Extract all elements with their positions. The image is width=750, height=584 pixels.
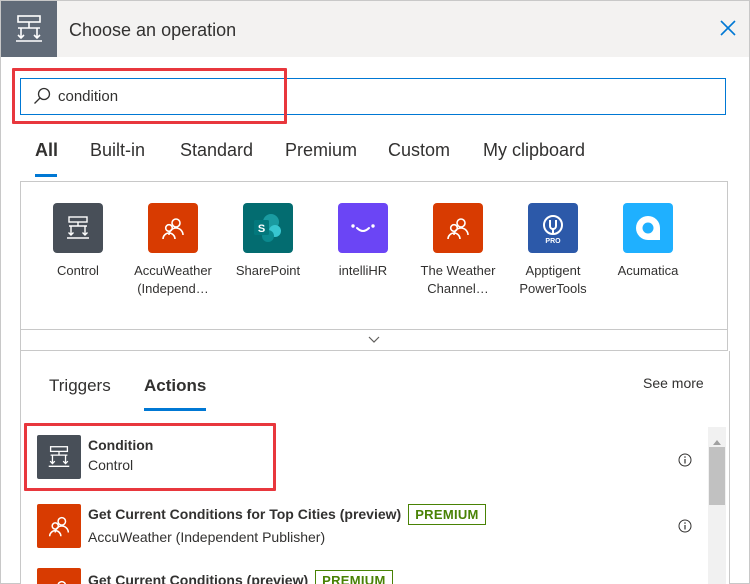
- tab-all[interactable]: All: [35, 140, 58, 161]
- svg-text:S: S: [258, 223, 265, 235]
- pro-icon: PRO: [528, 203, 578, 253]
- tab-selected-indicator: [35, 174, 57, 177]
- scroll-up-arrow-icon[interactable]: [713, 432, 721, 445]
- connector-accuweather[interactable]: AccuWeather (Independ…: [130, 203, 216, 298]
- tab-my-clipboard[interactable]: My clipboard: [483, 140, 585, 161]
- connector-label: SharePoint: [235, 263, 301, 278]
- tab-custom[interactable]: Custom: [388, 140, 450, 161]
- premium-badge: PREMIUM: [408, 504, 486, 525]
- connector-label-line2: (Independ…: [137, 281, 209, 296]
- highlight-box: [24, 423, 276, 491]
- connector-label: Control: [57, 263, 99, 278]
- connector-label-line2: Channel…: [427, 281, 489, 296]
- action-row-accuweather-conditions[interactable]: Get Current Conditions for Top Cities (p…: [27, 492, 708, 564]
- people-icon: [37, 504, 81, 548]
- people-icon: [148, 203, 198, 253]
- acumatica-icon: [623, 203, 673, 253]
- premium-badge: PREMIUM: [315, 570, 393, 584]
- connector-control[interactable]: Control: [35, 203, 121, 280]
- connector-label: intelliHR: [338, 263, 388, 278]
- connector-label: The Weather: [420, 263, 496, 278]
- connector-label: Apptigent: [525, 263, 581, 278]
- tab-triggers[interactable]: Triggers: [49, 376, 111, 396]
- highlight-box: [12, 68, 287, 124]
- action-subtitle: AccuWeather (Independent Publisher): [88, 529, 326, 545]
- tab-built-in[interactable]: Built-in: [90, 140, 145, 161]
- tab-actions[interactable]: Actions: [144, 376, 206, 396]
- chevron-down-icon[interactable]: [367, 333, 381, 345]
- sharepoint-icon: S: [243, 203, 293, 253]
- info-icon[interactable]: [678, 453, 692, 467]
- connector-label-line2: PowerTools: [519, 281, 587, 296]
- action-row-current-conditions[interactable]: Get Current Conditions (preview) PREMIUM: [27, 556, 708, 584]
- info-icon[interactable]: [678, 519, 692, 533]
- tab-standard[interactable]: Standard: [180, 140, 253, 161]
- control-icon: [1, 1, 57, 57]
- people-icon: [37, 568, 81, 584]
- close-icon[interactable]: [716, 16, 740, 40]
- see-more-link[interactable]: See more: [643, 375, 704, 391]
- action-title-line: Get Current Conditions for Top Cities (p…: [88, 504, 486, 525]
- connector-intellihr[interactable]: intelliHR: [320, 203, 406, 280]
- action-title: Get Current Conditions (preview): [88, 572, 309, 584]
- connector-label: Acumatica: [617, 263, 679, 278]
- dialog-title: Choose an operation: [69, 20, 237, 40]
- svg-text:PRO: PRO: [545, 238, 561, 245]
- connector-sharepoint[interactable]: S SharePoint: [225, 203, 311, 280]
- connector-label: AccuWeather: [134, 263, 212, 278]
- action-title: Get Current Conditions for Top Cities (p…: [88, 506, 402, 522]
- scrollbar-thumb[interactable]: [709, 447, 725, 505]
- control-icon: [53, 203, 103, 253]
- smile-icon: [338, 203, 388, 253]
- people-icon: [433, 203, 483, 253]
- action-title-line: Get Current Conditions (preview) PREMIUM: [88, 570, 393, 584]
- subtab-selected-indicator: [144, 408, 206, 411]
- tab-premium[interactable]: Premium: [285, 140, 357, 161]
- connector-the-weather-channel[interactable]: The Weather Channel…: [415, 203, 501, 298]
- connector-apptigent-powertools[interactable]: PRO Apptigent PowerTools: [510, 203, 596, 298]
- connector-acumatica[interactable]: Acumatica: [605, 203, 691, 280]
